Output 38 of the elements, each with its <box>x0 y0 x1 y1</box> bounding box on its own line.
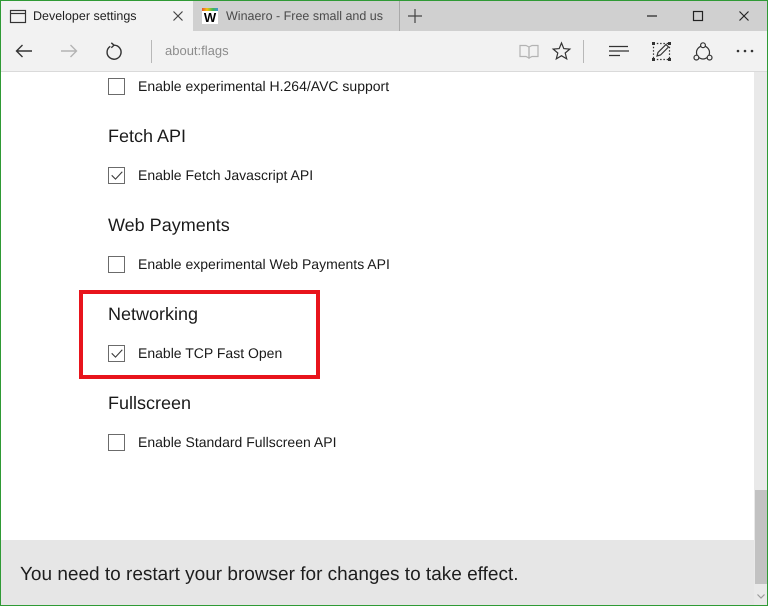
section-heading: Fetch API <box>108 125 188 148</box>
checkbox-label: Enable experimental Web Payments API <box>138 256 390 272</box>
check-icon <box>110 348 122 358</box>
window-icon <box>10 10 26 22</box>
notice-text: You need to restart your browser for changes to take effect. <box>20 564 519 586</box>
scrollbar-thumb[interactable] <box>754 490 766 584</box>
close-icon <box>739 11 749 21</box>
arrow-left-icon <box>14 44 32 58</box>
checkbox-label: Enable Standard Fullscreen API <box>138 434 336 450</box>
caret-down-icon <box>756 594 764 599</box>
minimize-icon <box>647 15 657 17</box>
close-icon <box>173 11 183 21</box>
list-icon <box>609 45 629 57</box>
maximize-icon <box>693 11 703 21</box>
checkbox[interactable] <box>108 166 125 184</box>
tab[interactable]: Developer settings <box>1 1 193 31</box>
checkbox[interactable] <box>108 78 125 94</box>
checkbox-label: Enable TCP Fast Open <box>138 345 282 361</box>
section-heading: Fullscreen <box>108 392 192 415</box>
star-icon <box>552 42 570 60</box>
checkbox-label: Enable experimental H.264/AVC support <box>138 78 390 94</box>
checkbox[interactable] <box>108 256 125 272</box>
checkbox-label: Enable Fetch Javascript API <box>138 167 314 183</box>
scrollbar[interactable] <box>754 72 767 605</box>
book-icon <box>519 44 539 58</box>
site-logo: W <box>202 8 218 24</box>
share-icon <box>693 42 713 60</box>
pen-square-icon <box>652 42 670 60</box>
check-icon <box>110 170 122 180</box>
more-icon <box>736 49 754 53</box>
plus-icon <box>408 9 422 23</box>
refresh-icon <box>104 42 122 60</box>
section-heading: Web Payments <box>108 214 231 237</box>
tab-close-button[interactable] <box>173 11 183 21</box>
arrow-right-icon <box>60 44 78 58</box>
checkbox[interactable] <box>108 344 125 362</box>
checkbox[interactable] <box>108 434 125 450</box>
section-heading: Networking <box>108 303 200 326</box>
